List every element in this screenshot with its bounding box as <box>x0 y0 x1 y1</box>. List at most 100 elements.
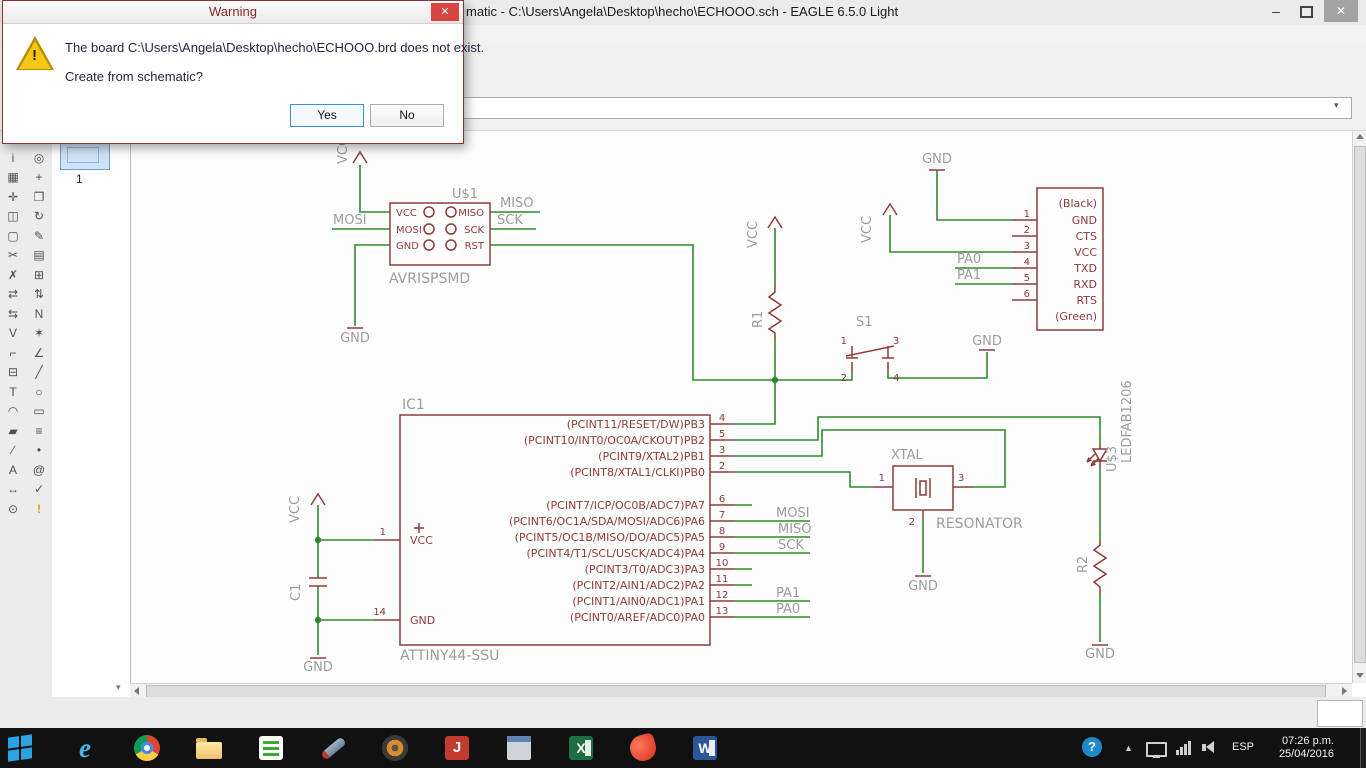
add-icon[interactable]: ⊞ <box>26 265 52 285</box>
vertical-scroll-thumb[interactable] <box>1354 146 1366 663</box>
taskbar-chrome[interactable] <box>131 733 163 763</box>
taskbar-app-window[interactable] <box>503 733 535 763</box>
junction-icon[interactable]: • <box>26 441 52 461</box>
scroll-right-icon[interactable] <box>1342 687 1347 695</box>
vertical-scrollbar[interactable] <box>1352 130 1366 683</box>
ftdi-pin-number: 3 <box>1024 241 1030 252</box>
net-icon[interactable]: ∕ <box>0 441 26 461</box>
c1-name: C1 <box>289 584 304 601</box>
arc-icon[interactable]: ◠ <box>0 402 26 422</box>
polygon-icon[interactable]: ▰ <box>0 421 26 441</box>
taskbar-app-green[interactable] <box>255 733 287 763</box>
scroll-left-icon[interactable] <box>134 687 139 695</box>
r1-name: R1 <box>751 311 766 328</box>
gateswap-icon[interactable]: ⇆ <box>0 304 26 324</box>
ic1-pin-number: 8 <box>719 526 725 537</box>
sheet-thumbnail[interactable] <box>60 140 110 170</box>
ftdi-bottom-label: (Green) <box>1055 310 1097 323</box>
label-icon[interactable]: A <box>0 460 26 480</box>
r2-name: R2 <box>1076 556 1091 573</box>
delete-icon[interactable]: ✗ <box>0 265 26 285</box>
scroll-up-icon[interactable] <box>1356 134 1364 139</box>
ic1-value: ATTINY44-SSU <box>400 648 499 664</box>
u1-pin-label: RST <box>465 241 485 252</box>
taskbar-word[interactable]: W <box>689 733 721 763</box>
dialog-title: Warning <box>3 1 463 24</box>
tray-show-hidden-icon[interactable]: ▲ <box>1124 743 1133 753</box>
ftdi-pin-label: RXD <box>1073 278 1097 291</box>
u1-name: U$1 <box>452 187 478 202</box>
circle-icon[interactable]: ○ <box>26 382 52 402</box>
cut-icon[interactable]: ✂ <box>0 246 26 266</box>
mark-icon[interactable]: + <box>26 168 52 188</box>
wire-icon[interactable]: ╱ <box>26 363 52 383</box>
mirror-icon[interactable]: ◫ <box>0 207 26 227</box>
ic1-name: IC1 <box>402 397 425 413</box>
attribute-icon[interactable]: @ <box>26 460 52 480</box>
scroll-down-icon[interactable] <box>1356 673 1364 678</box>
dimension-icon[interactable]: ↔ <box>0 480 26 500</box>
group-icon[interactable]: ▢ <box>0 226 26 246</box>
paste-icon[interactable]: ▤ <box>26 246 52 266</box>
volume-icon[interactable] <box>1202 741 1214 753</box>
name-icon[interactable]: N <box>26 304 52 324</box>
minimize-button[interactable]: – <box>1262 2 1290 22</box>
language-indicator[interactable]: ESP <box>1232 741 1254 753</box>
display-icon[interactable]: ▦ <box>0 168 26 188</box>
show-desktop-button[interactable] <box>1360 728 1366 768</box>
move-icon[interactable]: ✛ <box>0 187 26 207</box>
rotate-icon[interactable]: ↻ <box>26 207 52 227</box>
warning-dialog: Warning ✕ ! The board C:\Users\Angela\De… <box>2 0 484 144</box>
dialog-close-button[interactable]: ✕ <box>431 3 459 21</box>
ic1-pin-number: 11 <box>716 574 729 585</box>
erc-icon[interactable]: ✓ <box>26 480 52 500</box>
status-bar <box>0 697 1366 728</box>
ic1-vcc-label: VCC <box>410 534 433 547</box>
excel-icon: X <box>569 736 593 760</box>
sheet-thumbnail-preview <box>67 147 99 163</box>
junction-dot <box>771 376 779 384</box>
net-label-sck: SCK <box>778 538 804 553</box>
value-icon[interactable]: V <box>0 324 26 344</box>
maximize-button[interactable] <box>1292 2 1320 22</box>
taskbar-app-rocket[interactable] <box>317 733 349 763</box>
zoom-icon[interactable]: ⊙ <box>0 499 26 519</box>
miter-icon[interactable]: ⌐ <box>0 343 26 363</box>
taskbar-app-red[interactable]: J <box>441 733 473 763</box>
replace-icon[interactable]: ⇅ <box>26 285 52 305</box>
show-icon[interactable]: ◎ <box>26 148 52 168</box>
bus-icon[interactable]: ≡ <box>26 421 52 441</box>
taskbar-eagle[interactable] <box>627 732 659 764</box>
clock[interactable]: 07:26 p.m. 25/04/2016 <box>1258 735 1334 761</box>
taskbar-disc-app[interactable] <box>379 733 411 763</box>
invoke-icon[interactable]: ⊟ <box>0 363 26 383</box>
taskbar-ie[interactable]: e <box>69 733 101 763</box>
command-combobox-dropdown-icon[interactable]: ▾ <box>1334 100 1339 111</box>
eagle-window: VCC MOSI GND MISO SCK RST VCC GND 1 14 (… <box>0 0 1366 768</box>
close-button[interactable]: ✕ <box>1324 0 1358 22</box>
network-signal-icon[interactable] <box>1176 739 1191 755</box>
s1-pin-number: 3 <box>893 336 899 347</box>
start-button[interactable] <box>4 733 36 763</box>
schematic-canvas[interactable]: VCC MOSI GND MISO SCK RST VCC GND 1 14 (… <box>0 130 1366 683</box>
pinswap-icon[interactable]: ⇄ <box>0 285 26 305</box>
display-tray-icon[interactable] <box>1146 742 1167 758</box>
eagle-icon <box>627 732 659 764</box>
info-icon[interactable]: i <box>0 148 26 168</box>
u1-value: AVRISPSMD <box>389 271 470 287</box>
taskbar-explorer[interactable] <box>193 733 225 763</box>
tray-help-icon[interactable]: ? <box>1082 737 1102 757</box>
split-icon[interactable]: ∠ <box>26 343 52 363</box>
no-button[interactable]: No <box>370 104 444 127</box>
taskbar-excel[interactable]: X <box>565 733 597 763</box>
rect-icon[interactable]: ▭ <box>26 402 52 422</box>
copy-icon[interactable]: ❐ <box>26 187 52 207</box>
errors-icon[interactable]: ! <box>26 499 52 519</box>
smash-icon[interactable]: ✶ <box>26 324 52 344</box>
change-icon[interactable]: ✎ <box>26 226 52 246</box>
horizontal-scrollbar[interactable] <box>130 683 1352 698</box>
yes-button[interactable]: Yes <box>290 104 364 127</box>
text-icon[interactable]: T <box>0 382 26 402</box>
ie-icon: e <box>79 732 91 763</box>
sheets-scroll-down-icon[interactable]: ▾ <box>116 682 121 693</box>
